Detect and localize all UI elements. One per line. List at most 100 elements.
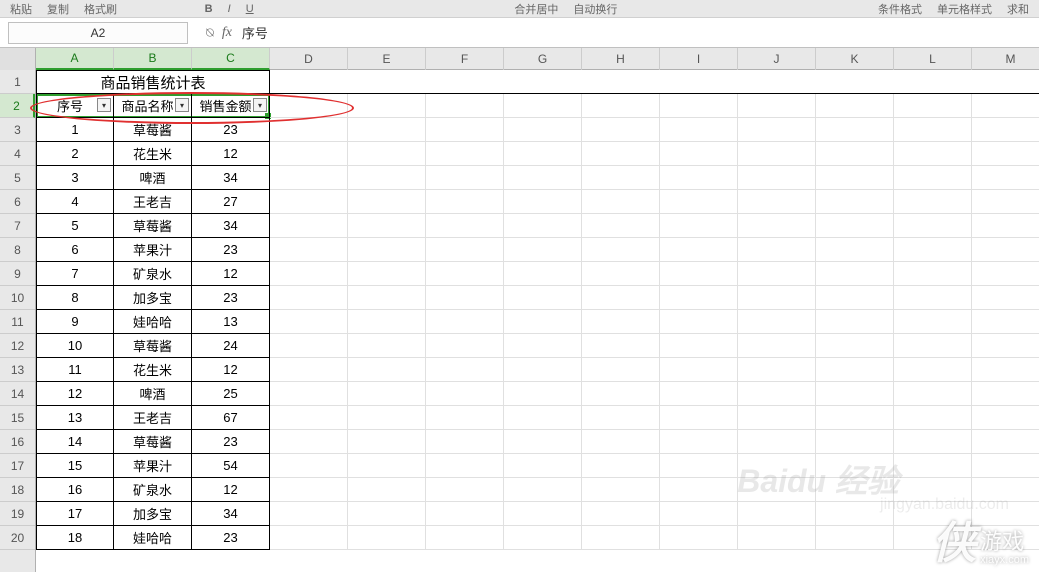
cell[interactable] — [426, 334, 504, 358]
cell[interactable] — [660, 118, 738, 142]
cell[interactable] — [504, 502, 582, 526]
wrap-text-button[interactable]: 自动换行 — [573, 1, 617, 17]
cell[interactable] — [270, 334, 348, 358]
table-cell[interactable]: 18 — [36, 526, 114, 550]
cell[interactable] — [270, 382, 348, 406]
merge-center-button[interactable]: 合并居中 — [514, 1, 558, 17]
table-cell[interactable]: 矿泉水 — [114, 478, 192, 502]
table-cell[interactable]: 4 — [36, 190, 114, 214]
cell[interactable] — [972, 430, 1039, 454]
cell[interactable] — [816, 214, 894, 238]
cell[interactable] — [270, 214, 348, 238]
cell[interactable] — [504, 310, 582, 334]
table-cell[interactable]: 加多宝 — [114, 286, 192, 310]
cell[interactable] — [738, 382, 816, 406]
cell[interactable] — [738, 334, 816, 358]
cell[interactable] — [894, 70, 972, 94]
cell[interactable] — [426, 262, 504, 286]
cell[interactable] — [504, 478, 582, 502]
row-header-4[interactable]: 4 — [0, 142, 35, 166]
cell[interactable] — [348, 238, 426, 262]
cell[interactable] — [348, 286, 426, 310]
underline-button[interactable]: U — [246, 3, 254, 15]
cell[interactable] — [738, 454, 816, 478]
cell[interactable] — [660, 478, 738, 502]
table-header-0[interactable]: 序号▾ — [36, 94, 114, 118]
cell[interactable] — [894, 526, 972, 550]
cell[interactable] — [426, 118, 504, 142]
cell[interactable] — [972, 142, 1039, 166]
col-header-j[interactable]: J — [738, 48, 816, 70]
filter-button[interactable]: ▾ — [253, 98, 267, 112]
cell[interactable] — [816, 70, 894, 94]
cell[interactable] — [816, 478, 894, 502]
cell[interactable] — [504, 430, 582, 454]
select-all-corner[interactable] — [0, 48, 36, 70]
cell[interactable] — [348, 118, 426, 142]
row-header-10[interactable]: 10 — [0, 286, 35, 310]
cell[interactable] — [582, 142, 660, 166]
row-header-7[interactable]: 7 — [0, 214, 35, 238]
cell[interactable] — [660, 334, 738, 358]
cell[interactable] — [270, 310, 348, 334]
cell[interactable] — [504, 382, 582, 406]
cell[interactable] — [894, 118, 972, 142]
table-cell[interactable]: 草莓酱 — [114, 118, 192, 142]
row-header-11[interactable]: 11 — [0, 310, 35, 334]
row-header-1[interactable]: 1 — [0, 70, 35, 94]
cell[interactable] — [972, 526, 1039, 550]
row-header-20[interactable]: 20 — [0, 526, 35, 550]
cell[interactable] — [426, 358, 504, 382]
cell[interactable] — [972, 118, 1039, 142]
row-header-8[interactable]: 8 — [0, 238, 35, 262]
cell[interactable] — [894, 286, 972, 310]
cell[interactable] — [582, 382, 660, 406]
cell[interactable] — [270, 142, 348, 166]
cell[interactable] — [426, 382, 504, 406]
cell[interactable] — [816, 502, 894, 526]
table-cell[interactable]: 12 — [192, 142, 270, 166]
col-header-h[interactable]: H — [582, 48, 660, 70]
cell[interactable] — [348, 70, 426, 94]
cell[interactable] — [816, 526, 894, 550]
table-cell[interactable]: 草莓酱 — [114, 334, 192, 358]
col-header-l[interactable]: L — [894, 48, 972, 70]
cell[interactable] — [582, 262, 660, 286]
table-cell[interactable]: 12 — [192, 358, 270, 382]
table-cell[interactable]: 54 — [192, 454, 270, 478]
col-header-i[interactable]: I — [660, 48, 738, 70]
cell[interactable] — [894, 358, 972, 382]
table-cell[interactable]: 12 — [36, 382, 114, 406]
cell[interactable] — [348, 358, 426, 382]
cell[interactable] — [348, 310, 426, 334]
cell[interactable] — [504, 118, 582, 142]
cell[interactable] — [972, 358, 1039, 382]
name-box[interactable]: A2 — [8, 22, 188, 44]
cell[interactable] — [972, 190, 1039, 214]
cell[interactable] — [972, 310, 1039, 334]
cell[interactable] — [660, 358, 738, 382]
cell[interactable] — [816, 166, 894, 190]
cell[interactable] — [972, 478, 1039, 502]
table-cell[interactable]: 啤酒 — [114, 382, 192, 406]
cell[interactable] — [816, 406, 894, 430]
table-cell[interactable]: 王老吉 — [114, 190, 192, 214]
table-cell[interactable]: 啤酒 — [114, 166, 192, 190]
cell[interactable] — [348, 430, 426, 454]
filter-button[interactable]: ▾ — [175, 98, 189, 112]
table-cell[interactable]: 王老吉 — [114, 406, 192, 430]
cell[interactable] — [582, 286, 660, 310]
cell[interactable] — [894, 454, 972, 478]
table-cell[interactable]: 6 — [36, 238, 114, 262]
cell[interactable] — [894, 478, 972, 502]
paste-button[interactable]: 粘贴 — [10, 1, 32, 17]
col-header-b[interactable]: B — [114, 48, 192, 70]
cell[interactable] — [738, 502, 816, 526]
cell[interactable] — [270, 94, 348, 118]
cell[interactable] — [738, 142, 816, 166]
cell[interactable] — [270, 118, 348, 142]
cell[interactable] — [660, 286, 738, 310]
cell[interactable] — [738, 70, 816, 94]
cell[interactable] — [426, 70, 504, 94]
table-cell[interactable]: 娃哈哈 — [114, 310, 192, 334]
